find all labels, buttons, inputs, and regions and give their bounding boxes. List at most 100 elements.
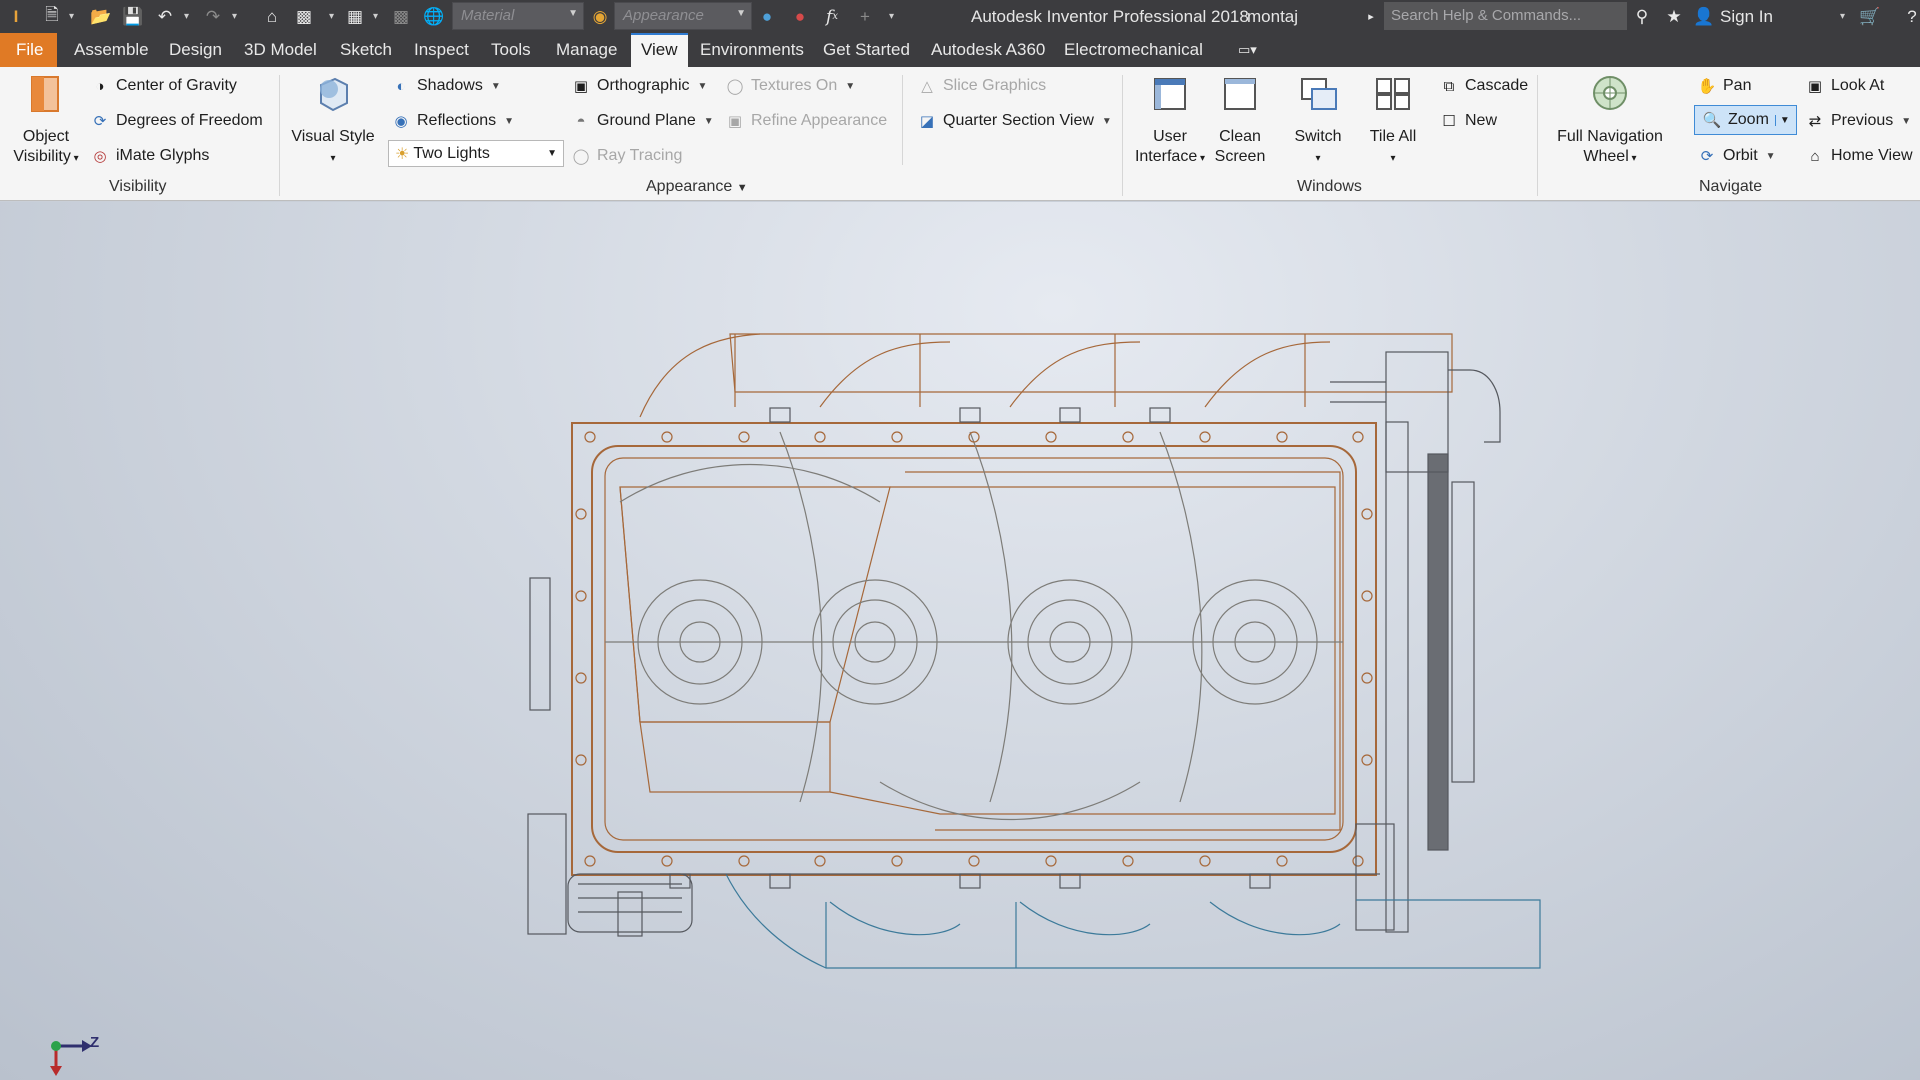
- redo-dropdown-icon[interactable]: ▾: [229, 5, 240, 28]
- color-wheel-icon[interactable]: ◉: [588, 5, 612, 28]
- cascade-label: Cascade: [1465, 77, 1529, 94]
- shadows-button[interactable]: ◐ Shadows ▼: [390, 75, 500, 97]
- graphics-window[interactable]: Z: [0, 202, 1920, 1080]
- select-dropdown-icon[interactable]: ▾: [370, 5, 381, 28]
- star-icon[interactable]: ★: [1662, 5, 1686, 28]
- customize-dropdown-icon[interactable]: ▾: [886, 5, 897, 28]
- object-visibility-button[interactable]: Object Visibility ▾: [6, 73, 86, 169]
- search-placeholder: Search Help & Commands...: [1391, 7, 1582, 24]
- update-dropdown-icon[interactable]: ▾: [326, 5, 337, 28]
- tab-inspect[interactable]: Inspect: [414, 33, 469, 67]
- switch-button[interactable]: Switch ▾: [1286, 73, 1350, 169]
- appearance-placeholder: Appearance: [623, 7, 704, 24]
- orbit-button[interactable]: ⟳ Orbit ▼: [1696, 145, 1776, 167]
- chevron-down-icon: ▼: [703, 115, 714, 127]
- clean-screen-button[interactable]: Clean Screen: [1208, 73, 1272, 167]
- lighting-combo[interactable]: ☀ Two Lights ▼: [388, 140, 564, 167]
- tab-electromechanical[interactable]: Electromechanical: [1064, 33, 1203, 67]
- cart-icon[interactable]: 🛒: [1858, 5, 1882, 28]
- switch-label: Switch ▾: [1294, 128, 1342, 164]
- chevron-down-icon: ▼: [568, 8, 578, 19]
- redo-icon[interactable]: ↷: [201, 5, 225, 28]
- ray-tracing-button[interactable]: ◯ Ray Tracing: [570, 145, 683, 167]
- save-icon[interactable]: 💾: [121, 5, 145, 28]
- ground-plane-button[interactable]: ◓ Ground Plane ▼: [570, 110, 714, 132]
- tab-file[interactable]: File: [0, 33, 57, 67]
- new-dropdown-icon[interactable]: ▾: [66, 5, 77, 28]
- center-of-gravity-button[interactable]: ◑ Center of Gravity: [89, 75, 237, 97]
- orthographic-label: Orthographic: [597, 77, 690, 94]
- visual-style-button[interactable]: Visual Style ▾: [288, 73, 378, 169]
- binoculars-icon[interactable]: ⚲: [1630, 5, 1654, 28]
- chevron-down-icon: ▼: [547, 148, 557, 159]
- chevron-down-icon: ▼: [504, 115, 515, 127]
- tab-autodesk-a360[interactable]: Autodesk A360: [931, 33, 1045, 67]
- update-icon[interactable]: ▩: [292, 5, 316, 28]
- home-view-button[interactable]: ⌂ Home View: [1804, 145, 1912, 167]
- appearance-combo[interactable]: Appearance ▼: [614, 2, 752, 30]
- help-icon[interactable]: ?: [1900, 5, 1920, 28]
- inventor-logo-icon[interactable]: I: [4, 5, 28, 28]
- tab-assemble[interactable]: Assemble: [74, 33, 149, 67]
- quarter-section-view-label: Quarter Section View: [943, 112, 1094, 129]
- visibility-panel-label: Visibility: [109, 178, 167, 195]
- cascade-button[interactable]: ⧉ Cascade: [1438, 75, 1529, 97]
- user-icon[interactable]: 👤: [1692, 5, 1716, 28]
- panel-toggle-icon[interactable]: ▭▾: [1238, 33, 1257, 67]
- search-input[interactable]: Search Help & Commands...: [1384, 2, 1627, 30]
- degrees-of-freedom-button[interactable]: ⟳ Degrees of Freedom: [89, 110, 263, 132]
- appearance-panel-label[interactable]: Appearance ▼: [646, 178, 748, 196]
- new-window-button[interactable]: ☐ New: [1438, 110, 1497, 132]
- view-axis-indicator-icon: [50, 1040, 92, 1076]
- pan-button[interactable]: ✋ Pan: [1696, 75, 1752, 97]
- zoom-dropdown-icon[interactable]: ▼: [1774, 114, 1790, 126]
- tab-design[interactable]: Design: [169, 33, 222, 67]
- slice-graphics-button[interactable]: △ Slice Graphics: [916, 75, 1046, 97]
- tab-view[interactable]: View: [631, 33, 688, 67]
- reflections-button[interactable]: ◉ Reflections ▼: [390, 110, 514, 132]
- look-at-icon: ▣: [1807, 78, 1823, 95]
- plus-icon[interactable]: +: [853, 5, 877, 28]
- windows-panel-label: Windows: [1297, 178, 1362, 195]
- sign-in-dropdown-icon[interactable]: ▾: [1837, 5, 1848, 28]
- chevron-down-icon: ▼: [1101, 115, 1112, 127]
- search-expand-icon[interactable]: ▸: [1364, 5, 1378, 28]
- material-combo[interactable]: Material ▼: [452, 2, 584, 30]
- tile-all-button[interactable]: Tile All ▾: [1360, 73, 1426, 169]
- textures-on-button[interactable]: ◯ Textures On ▼: [724, 75, 856, 97]
- imate-glyphs-button[interactable]: ◎ iMate Glyphs: [89, 145, 209, 167]
- tab-get-started[interactable]: Get Started: [823, 33, 910, 67]
- open-icon[interactable]: 📂: [89, 5, 113, 28]
- new-file-icon[interactable]: 🗎: [40, 5, 64, 28]
- tab-3d-model[interactable]: 3D Model: [244, 33, 317, 67]
- undo-dropdown-icon[interactable]: ▾: [181, 5, 192, 28]
- previous-view-label: Previous: [1831, 112, 1894, 129]
- full-navigation-wheel-button[interactable]: Full Navigation Wheel ▾: [1546, 73, 1674, 169]
- sign-in-link[interactable]: Sign In: [1720, 7, 1773, 27]
- tab-manage[interactable]: Manage: [556, 33, 617, 67]
- tab-environments[interactable]: Environments: [700, 33, 804, 67]
- lighting-value: Two Lights: [413, 144, 490, 162]
- home-icon[interactable]: ⌂: [260, 5, 284, 28]
- refine-appearance-button[interactable]: ▣ Refine Appearance: [724, 110, 887, 132]
- adjust-icon[interactable]: ▩: [389, 5, 413, 28]
- zoom-button[interactable]: 🔍 Zoom ▼: [1694, 105, 1797, 135]
- tab-sketch[interactable]: Sketch: [340, 33, 392, 67]
- adjust-appearance-icon[interactable]: ●: [755, 5, 779, 28]
- fx-parameters-icon[interactable]: fx: [820, 5, 844, 28]
- textures-icon: ◯: [726, 78, 744, 95]
- undo-icon[interactable]: ↶: [153, 5, 177, 28]
- center-of-gravity-label: Center of Gravity: [116, 77, 237, 94]
- user-interface-button[interactable]: User Interface ▾: [1132, 73, 1208, 169]
- clear-appearance-icon[interactable]: ●: [788, 5, 812, 28]
- look-at-button[interactable]: ▣ Look At: [1804, 75, 1884, 97]
- tab-tools[interactable]: Tools: [491, 33, 531, 67]
- slice-graphics-icon: △: [921, 78, 933, 95]
- orthographic-button[interactable]: ▣ Orthographic ▼: [570, 75, 708, 97]
- previous-view-button[interactable]: ⇄ Previous ▼: [1804, 110, 1911, 132]
- quarter-section-view-button[interactable]: ◪ Quarter Section View ▼: [916, 110, 1112, 132]
- look-at-label: Look At: [1831, 77, 1885, 94]
- select-icon[interactable]: ▦: [343, 5, 367, 28]
- panel-divider: [902, 75, 903, 165]
- global-icon[interactable]: 🌐: [422, 5, 446, 28]
